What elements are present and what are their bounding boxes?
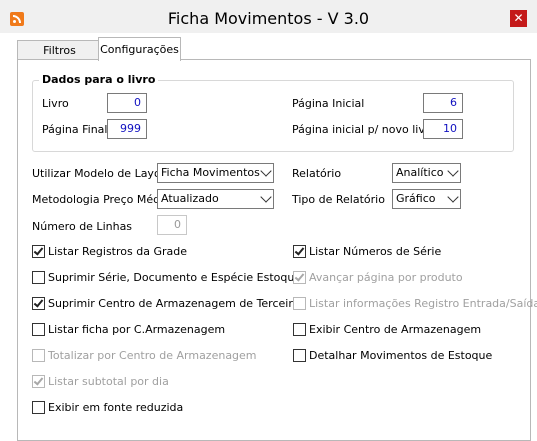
totalizar-centro-checkbox[interactable]: Totalizar por Centro de Armazenagem: [32, 347, 257, 363]
listar-numeros-serie-checkbox[interactable]: Listar Números de Série: [293, 243, 441, 259]
checkbox-label: Suprimir Centro de Armazenagem de Tercei…: [48, 296, 306, 310]
tab-configuracoes[interactable]: Configurações: [98, 37, 181, 61]
checkbox-label: Exibir Centro de Armazenagem: [309, 322, 482, 336]
livro-label: Livro: [42, 97, 69, 110]
listar-registros-grade-checkbox[interactable]: Listar Registros da Grade: [32, 243, 187, 259]
checkbox-box[interactable]: [293, 348, 306, 362]
modelo-layout-label: Utilizar Modelo de Layout: [32, 167, 172, 180]
listar-ficha-centro-checkbox[interactable]: Listar ficha por C.Armazenagem: [32, 321, 225, 337]
suprimir-serie-checkbox[interactable]: Suprimir Série, Documento e Espécie Esto…: [32, 269, 301, 285]
checkbox-box[interactable]: [32, 400, 45, 414]
checkbox-label: Listar informações Registro Entrada/Saíd…: [309, 296, 537, 310]
checkbox-label: Listar ficha por C.Armazenagem: [48, 322, 226, 336]
avancar-pagina-checkbox[interactable]: Avançar página por produto: [293, 269, 463, 285]
checkbox-box[interactable]: [293, 244, 306, 258]
exibir-fonte-reduzida-checkbox[interactable]: Exibir em fonte reduzida: [32, 399, 183, 415]
tipo-relatorio-select[interactable]: Gráfico: [392, 189, 461, 209]
detalhar-movimentos-checkbox[interactable]: Detalhar Movimentos de Estoque: [293, 347, 492, 363]
tipo-relatorio-label: Tipo de Relatório: [292, 193, 385, 206]
tipo-relatorio-value: Gráfico: [396, 192, 436, 205]
checkbox-box[interactable]: [32, 322, 45, 336]
checkbox-label: Exibir em fonte reduzida: [48, 400, 184, 414]
checkbox-box[interactable]: [32, 270, 45, 284]
checkbox-label: Totalizar por Centro de Armazenagem: [48, 348, 257, 362]
numero-linhas-input[interactable]: 0: [157, 215, 187, 235]
chevron-down-icon: [260, 165, 272, 177]
modelo-layout-value: Ficha Movimentos: [161, 166, 260, 179]
pagina-inicial-novo-label: Página inicial p/ novo livro: [292, 123, 436, 136]
checkbox-label: Suprimir Série, Documento e Espécie Esto…: [48, 270, 302, 284]
checkbox-label: Avançar página por produto: [309, 270, 463, 284]
title-bar: Ficha Movimentos - V 3.0 ✕: [0, 0, 537, 33]
metodologia-value: Atualizado: [161, 192, 219, 205]
metodologia-select[interactable]: Atualizado: [157, 189, 274, 209]
exibir-centro-checkbox[interactable]: Exibir Centro de Armazenagem: [293, 321, 481, 337]
pagina-inicial-input[interactable]: 6: [423, 93, 463, 113]
relatorio-label: Relatório: [292, 167, 342, 180]
window-title: Ficha Movimentos - V 3.0: [167, 9, 370, 28]
close-button[interactable]: ✕: [510, 10, 527, 27]
pagina-inicial-novo-input[interactable]: 10: [423, 119, 463, 139]
checkbox-box[interactable]: [293, 296, 306, 310]
checkbox-label: Listar Números de Série: [309, 244, 442, 258]
chevron-down-icon: [260, 191, 272, 203]
listar-informacoes-checkbox[interactable]: Listar informações Registro Entrada/Saíd…: [293, 295, 537, 311]
listar-subtotal-checkbox[interactable]: Listar subtotal por dia: [32, 373, 169, 389]
checkbox-box[interactable]: [32, 244, 45, 258]
tab-filtros[interactable]: Filtros: [17, 40, 102, 61]
modelo-layout-select[interactable]: Ficha Movimentos: [157, 163, 274, 183]
relatorio-select[interactable]: Analítico: [392, 163, 461, 183]
chevron-down-icon: [447, 191, 459, 203]
checkbox-box[interactable]: [293, 270, 306, 284]
relatorio-value: Analítico: [396, 166, 444, 179]
checkbox-box[interactable]: [32, 348, 45, 362]
chevron-down-icon: [447, 165, 459, 177]
suprimir-centro-checkbox[interactable]: Suprimir Centro de Armazenagem de Tercei…: [32, 295, 305, 311]
livro-input[interactable]: 0: [107, 93, 147, 113]
checkbox-box[interactable]: [32, 374, 45, 388]
dados-livro-legend: Dados para o livro: [39, 73, 159, 86]
checkbox-box[interactable]: [32, 296, 45, 310]
pagina-final-input[interactable]: 999: [107, 119, 147, 139]
pagina-final-label: Página Final: [42, 123, 108, 136]
numero-linhas-label: Número de Linhas: [32, 220, 133, 233]
checkbox-box[interactable]: [293, 322, 306, 336]
checkbox-label: Listar subtotal por dia: [48, 374, 169, 388]
dados-livro-group: [32, 80, 514, 152]
checkbox-label: Detalhar Movimentos de Estoque: [309, 348, 493, 362]
pagina-inicial-label: Página Inicial: [292, 97, 365, 110]
metodologia-label: Metodologia Preço Médio: [32, 193, 170, 206]
checkbox-label: Listar Registros da Grade: [48, 244, 187, 258]
